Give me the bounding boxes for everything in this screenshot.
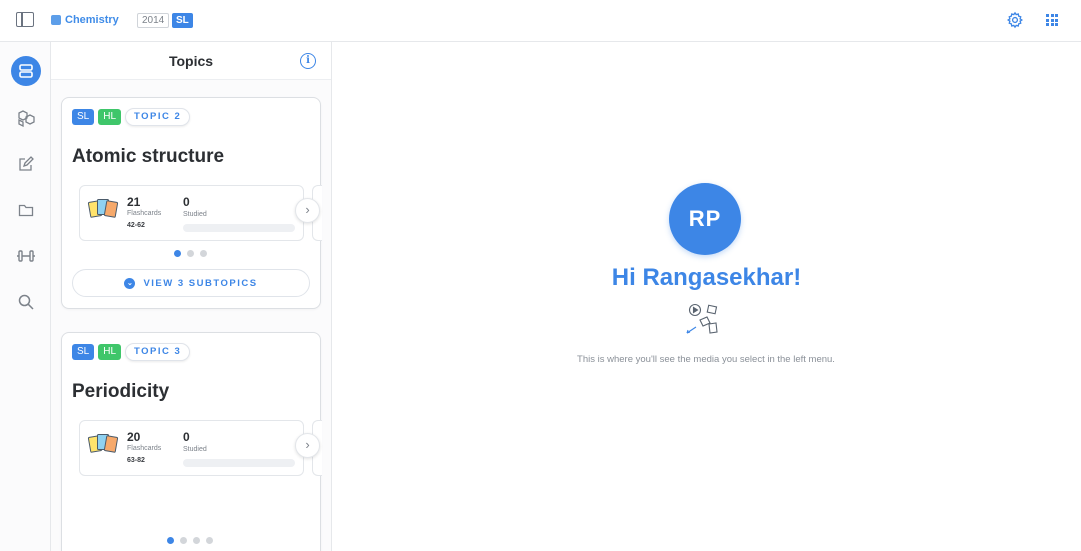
topic-number-tag: TOPIC 2 — [125, 108, 191, 126]
view-subtopics-button[interactable]: ⌄ VIEW 3 SUBTOPICS — [72, 269, 310, 297]
topics-header: Topics i — [51, 42, 331, 80]
flashcards-tile[interactable]: 20 Flashcards 63-82 0 Studied — [79, 420, 304, 476]
year-badge[interactable]: 2014 — [137, 13, 170, 28]
media-illustration-icon — [686, 303, 718, 334]
sl-tag: SL — [72, 109, 95, 125]
edit-icon[interactable] — [11, 149, 41, 179]
studied-label: Studied — [183, 211, 207, 218]
sl-tag: SL — [72, 344, 95, 360]
carousel-dot[interactable] — [174, 250, 181, 257]
apps-grid-icon[interactable] — [1046, 14, 1058, 26]
search-icon[interactable] — [11, 287, 41, 317]
studied-count: 0 — [183, 430, 190, 444]
empty-state-hint: This is where you'll see the media you s… — [577, 354, 835, 365]
flashcards-icon — [87, 434, 119, 454]
topic-title: Atomic structure — [72, 146, 225, 167]
main-content: RP Hi Rangasekhar! This is where you'll … — [332, 42, 1081, 551]
flashcards-range: 42-62 — [127, 222, 145, 229]
hl-tag: HL — [98, 344, 122, 360]
next-arrow-button[interactable]: › — [295, 433, 320, 458]
flashcards-count: 21 — [127, 195, 141, 209]
flashcards-tile[interactable]: 21 Flashcards 42-62 0 Studied — [79, 185, 304, 241]
top-bar: Chemistry 2014 SL — [0, 0, 1081, 42]
info-icon[interactable]: i — [300, 53, 316, 69]
subject-label: Chemistry — [65, 14, 119, 26]
subject-link[interactable]: Chemistry — [51, 14, 119, 26]
next-arrow-button[interactable]: › — [295, 198, 320, 223]
topics-panel: Topics i SL HL TOPIC 2 Atomic structure … — [51, 42, 332, 551]
studied-progress-bar — [183, 224, 295, 232]
flashcards-label: Flashcards — [127, 445, 162, 452]
studied-progress-bar — [183, 459, 295, 467]
carousel-dot[interactable] — [180, 537, 187, 544]
carousel-dot[interactable] — [206, 537, 213, 544]
cubes-icon[interactable] — [11, 103, 41, 133]
folder-icon[interactable] — [11, 195, 41, 225]
hl-tag: HL — [98, 109, 122, 125]
avatar: RP — [669, 183, 741, 255]
level-badge[interactable]: SL — [172, 13, 193, 28]
dumbbell-icon[interactable] — [11, 241, 41, 271]
topic-tags: SL HL TOPIC 3 — [72, 343, 191, 361]
topic-card[interactable]: SL HL TOPIC 3 Periodicity 20 Flashcards … — [61, 332, 322, 551]
topic-title: Periodicity — [72, 381, 170, 402]
nav-rail — [0, 42, 51, 551]
panel-title: Topics — [168, 53, 214, 69]
topic-number-tag: TOPIC 3 — [125, 343, 191, 361]
sidebar-toggle-icon[interactable] — [16, 12, 34, 27]
flashcards-count: 20 — [127, 430, 141, 444]
stack-icon[interactable] — [11, 56, 41, 86]
chevron-down-icon: ⌄ — [124, 277, 136, 289]
carousel-dot[interactable] — [167, 537, 174, 544]
gear-icon[interactable] — [1006, 11, 1024, 29]
subject-icon — [51, 15, 61, 25]
studied-label: Studied — [183, 446, 207, 453]
carousel-dot[interactable] — [193, 537, 200, 544]
carousel-dots — [174, 250, 207, 257]
carousel-dot[interactable] — [200, 250, 207, 257]
carousel-dots — [167, 537, 213, 544]
carousel-dot[interactable] — [187, 250, 194, 257]
topic-card[interactable]: SL HL TOPIC 2 Atomic structure 21 Flashc… — [61, 97, 322, 309]
studied-count: 0 — [183, 195, 190, 209]
topic-tags: SL HL TOPIC 2 — [72, 108, 191, 126]
flashcards-range: 63-82 — [127, 457, 145, 464]
flashcards-icon — [87, 199, 119, 219]
greeting-heading: Hi Rangasekhar! — [611, 264, 802, 291]
subtopics-label: VIEW 3 SUBTOPICS — [143, 277, 258, 289]
flashcards-label: Flashcards — [127, 210, 162, 217]
